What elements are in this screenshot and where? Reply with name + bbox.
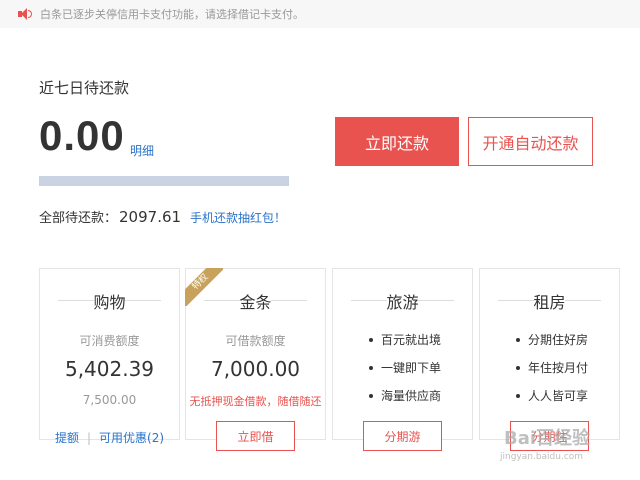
bullet-icon: [369, 365, 373, 370]
loan-promo-text: 无抵押现金借款，随借随还: [189, 395, 322, 408]
total-due: 全部待还款： 2097.61: [39, 207, 181, 226]
repay-progress-bar: [39, 176, 289, 186]
card-links: 提额 | 可用优惠(2): [40, 429, 179, 446]
card-title: 旅游: [386, 293, 419, 312]
coupons-link[interactable]: 可用优惠(2): [99, 431, 164, 445]
bullet-icon: [516, 337, 520, 342]
feature-item: 人人皆可享: [516, 387, 588, 404]
bullet-icon: [369, 337, 373, 342]
raise-limit-link[interactable]: 提额: [55, 431, 79, 445]
repay-amount: 0.00: [39, 112, 125, 159]
total-due-label: 全部待还款：: [39, 211, 118, 226]
card-gold: 特权 金条 可借款额度 7,000.00 无抵押现金借款，随借随还 立即借: [185, 268, 326, 451]
borrow-now-button[interactable]: 立即借: [216, 421, 295, 451]
loan-limit-label: 可借款额度: [225, 334, 286, 348]
notice-text: 白条已逐步关停信用卡支付功能，请选择借记卡支付。: [40, 8, 304, 21]
repay-7days-title: 近七日待还款: [39, 79, 130, 97]
card-shopping: 购物 可消费额度 5,402.39 7,500.00 提额 | 可用优惠(2): [39, 268, 180, 445]
card-title: 购物: [93, 293, 126, 312]
watermark-logo: Bai百经验: [504, 428, 591, 449]
auto-repay-button[interactable]: 开通自动还款: [468, 117, 593, 166]
mobile-repay-promo-link[interactable]: 手机还款抽红包！: [190, 209, 286, 226]
total-credit: 7,500.00: [82, 393, 137, 407]
bullet-icon: [369, 393, 373, 398]
card-title: 金条: [239, 293, 272, 312]
feature-item: 年住按月付: [516, 359, 588, 376]
card-travel: 旅游 百元就出境 一键即下单 海量供应商 分期游: [332, 268, 473, 451]
feature-item: 海量供应商: [369, 387, 441, 404]
detail-link[interactable]: 明细: [130, 142, 154, 159]
notice-bar: 白条已逐步关停信用卡支付功能，请选择借记卡支付。: [0, 0, 640, 28]
baidu-watermark: Bai百经验 jingyan.baidu.com: [478, 416, 628, 466]
bullet-icon: [516, 365, 520, 370]
loan-limit: 7,000.00: [210, 357, 301, 381]
credit-limit-label: 可消费额度: [79, 334, 140, 348]
installment-travel-button[interactable]: 分期游: [363, 421, 442, 451]
feature-item: 分期住好房: [516, 331, 588, 348]
card-title: 租房: [533, 293, 566, 312]
link-separator: |: [86, 431, 92, 445]
speaker-icon: [18, 7, 32, 21]
card-rent: 租房 分期住好房 年住按月付 人人皆可享 分期住: [479, 268, 620, 451]
total-due-value: 2097.61: [119, 208, 182, 226]
repay-now-button[interactable]: 立即还款: [335, 117, 459, 166]
feature-item: 一键即下单: [369, 359, 441, 376]
available-credit: 5,402.39: [64, 357, 155, 381]
feature-item: 百元就出境: [369, 331, 441, 348]
watermark-url: jingyan.baidu.com: [500, 452, 584, 462]
bullet-icon: [516, 393, 520, 398]
